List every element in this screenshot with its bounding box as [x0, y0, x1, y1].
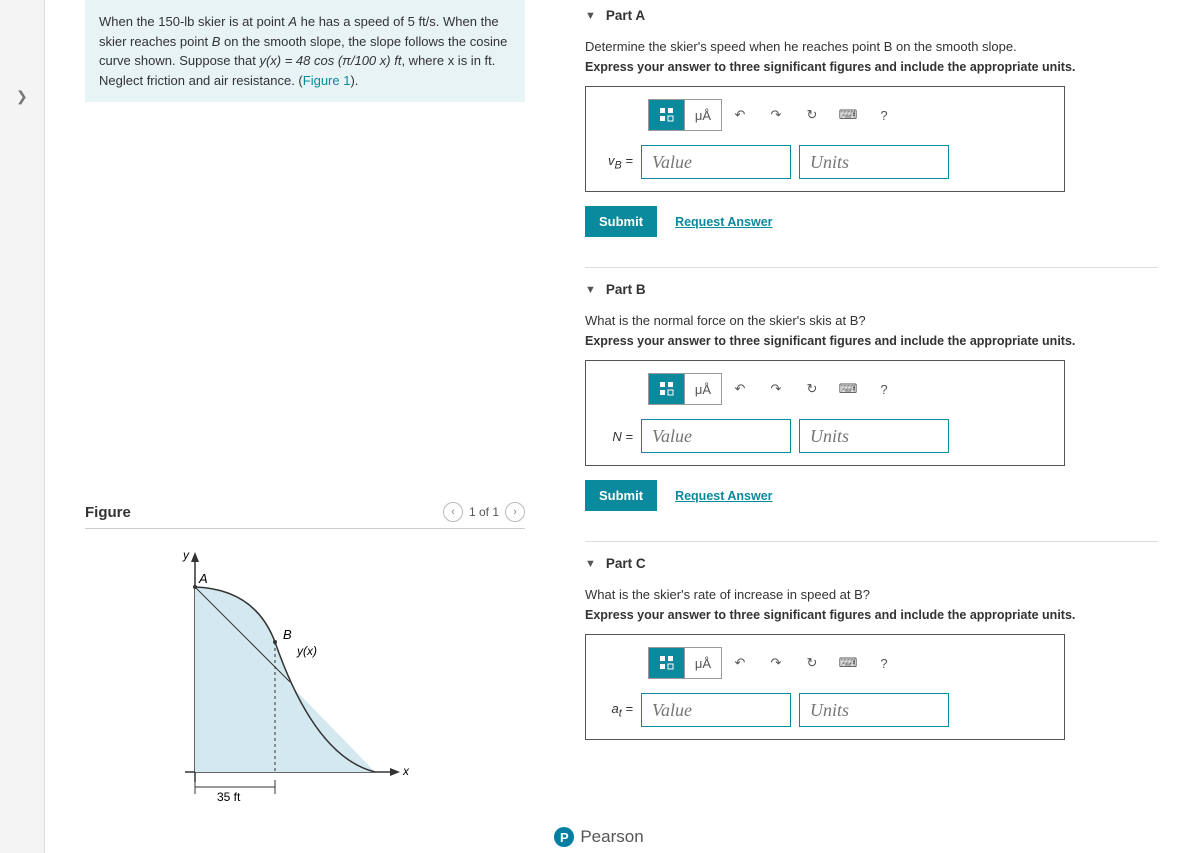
undo-icon[interactable]: ↶ — [722, 100, 758, 130]
distance-label: 35 ft — [217, 790, 241, 804]
answer-toolbar: μÅ ↶ ↷ ↻ ⌨ ? — [648, 373, 1052, 405]
variable-label: vB = — [598, 153, 633, 172]
undo-icon[interactable]: ↶ — [722, 648, 758, 678]
figure-header: Figure ‹ 1 of 1 › — [85, 502, 525, 529]
part-a-header[interactable]: ▼ Part A — [585, 8, 1158, 23]
pager-text: 1 of 1 — [469, 505, 499, 519]
units-button[interactable]: μÅ — [685, 100, 721, 130]
template-button[interactable] — [649, 100, 685, 130]
redo-icon[interactable]: ↷ — [758, 648, 794, 678]
part-c-answer-box: μÅ ↶ ↷ ↻ ⌨ ? at = — [585, 634, 1065, 740]
part-a-answer-box: μÅ ↶ ↷ ↻ ⌨ ? vB = — [585, 86, 1065, 192]
collapse-icon: ▼ — [585, 284, 596, 296]
part-a-instructions: Express your answer to three significant… — [585, 60, 1158, 74]
answer-toolbar: μÅ ↶ ↷ ↻ ⌨ ? — [648, 99, 1052, 131]
axis-y-label: y — [182, 548, 190, 562]
help-icon[interactable]: ? — [866, 100, 902, 130]
redo-icon[interactable]: ↷ — [758, 374, 794, 404]
part-b-title: Part B — [606, 282, 646, 297]
brand-text: Pearson — [580, 827, 643, 847]
collapse-icon: ▼ — [585, 10, 596, 22]
value-input[interactable] — [641, 693, 791, 727]
units-input[interactable] — [799, 693, 949, 727]
part-b-prompt: What is the normal force on the skier's … — [585, 313, 1158, 328]
variable-label: N = — [598, 429, 633, 444]
reset-icon[interactable]: ↻ — [794, 374, 830, 404]
equation: y(x) = 48 cos (π/100 x) ft — [259, 53, 401, 68]
curve-label: y(x) — [296, 644, 317, 658]
request-answer-link[interactable]: Request Answer — [675, 489, 772, 503]
part-c-title: Part C — [606, 556, 646, 571]
units-button[interactable]: μÅ — [685, 648, 721, 678]
value-input[interactable] — [641, 145, 791, 179]
value-input[interactable] — [641, 419, 791, 453]
unit: ft/s — [418, 14, 435, 29]
text: ). — [350, 73, 358, 88]
units-input[interactable] — [799, 145, 949, 179]
point-a-label: A — [198, 571, 208, 586]
reset-icon[interactable]: ↻ — [794, 648, 830, 678]
units-button[interactable]: μÅ — [685, 374, 721, 404]
reset-icon[interactable]: ↻ — [794, 100, 830, 130]
redo-icon[interactable]: ↷ — [758, 100, 794, 130]
help-icon[interactable]: ? — [866, 374, 902, 404]
left-sidebar: ❯ — [0, 0, 45, 853]
variable-label: at = — [598, 701, 633, 720]
help-icon[interactable]: ? — [866, 648, 902, 678]
part-b-instructions: Express your answer to three significant… — [585, 334, 1158, 348]
keyboard-icon[interactable]: ⌨ — [830, 648, 866, 678]
submit-button[interactable]: Submit — [585, 480, 657, 511]
part-c-instructions: Express your answer to three significant… — [585, 608, 1158, 622]
part-a-prompt: Determine the skier's speed when he reac… — [585, 39, 1158, 54]
request-answer-link[interactable]: Request Answer — [675, 215, 772, 229]
undo-icon[interactable]: ↶ — [722, 374, 758, 404]
answer-toolbar: μÅ ↶ ↷ ↻ ⌨ ? — [648, 647, 1052, 679]
part-a-title: Part A — [606, 8, 645, 23]
next-figure-button[interactable]: › — [505, 502, 525, 522]
axis-x-label: x — [402, 764, 410, 778]
point-a: A — [288, 14, 297, 29]
keyboard-icon[interactable]: ⌨ — [830, 374, 866, 404]
part-c-header[interactable]: ▼ Part C — [585, 556, 1158, 571]
figure-link[interactable]: Figure 1 — [303, 73, 351, 88]
template-button[interactable] — [649, 648, 685, 678]
unit: lb — [184, 14, 194, 29]
figure-pager: ‹ 1 of 1 › — [443, 502, 525, 522]
figure-diagram: y x A B y(x) 35 ft — [85, 529, 525, 820]
figure-title: Figure — [85, 504, 131, 521]
template-button[interactable] — [649, 374, 685, 404]
point-b-label: B — [283, 627, 292, 642]
part-b-header[interactable]: ▼ Part B — [585, 282, 1158, 297]
part-c-prompt: What is the skier's rate of increase in … — [585, 587, 1158, 602]
part-b-answer-box: μÅ ↶ ↷ ↻ ⌨ ? N = — [585, 360, 1065, 466]
pearson-logo-icon: P — [554, 827, 574, 847]
footer: P Pearson — [0, 827, 1198, 847]
text: skier is at point — [194, 14, 288, 29]
text: he has a speed of 5 — [297, 14, 418, 29]
prev-figure-button[interactable]: ‹ — [443, 502, 463, 522]
submit-button[interactable]: Submit — [585, 206, 657, 237]
expand-sidebar-icon[interactable]: ❯ — [16, 88, 28, 105]
problem-statement: When the 150-lb skier is at point A he h… — [85, 0, 525, 102]
units-input[interactable] — [799, 419, 949, 453]
keyboard-icon[interactable]: ⌨ — [830, 100, 866, 130]
collapse-icon: ▼ — [585, 558, 596, 570]
text: When the 150- — [99, 14, 184, 29]
